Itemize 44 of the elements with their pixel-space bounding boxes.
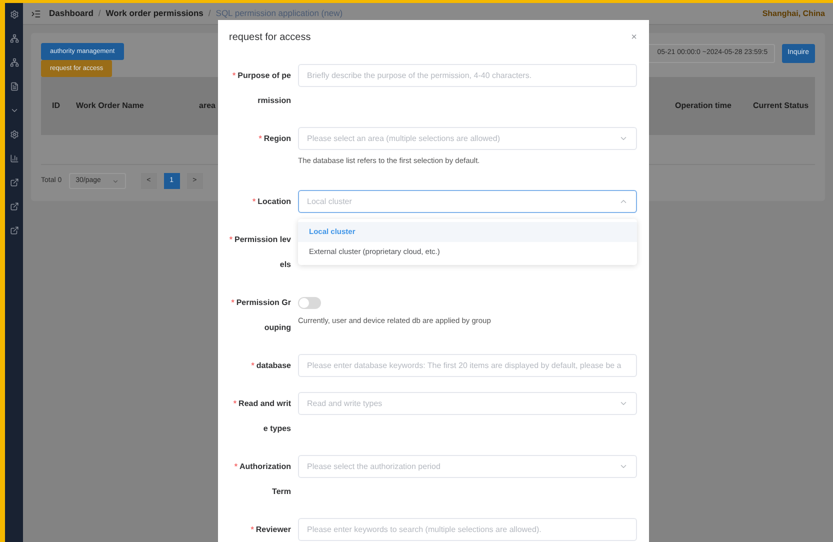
chevron-down-icon: [112, 178, 119, 184]
breadcrumb-link[interactable]: Dashboard: [49, 7, 94, 20]
external-link-icon[interactable]: [10, 178, 18, 187]
chevron-down-icon: [619, 134, 628, 143]
breadcrumb-separator: /: [208, 7, 211, 20]
field-label: * Read and writ: [233, 398, 291, 410]
column-header: Current Status: [753, 100, 810, 112]
document-icon[interactable]: [10, 82, 18, 91]
chevron-up-icon: [619, 197, 628, 206]
bar-chart-icon[interactable]: [10, 154, 18, 163]
field-label: * Purpose of pe: [232, 70, 291, 82]
hierarchy-icon[interactable]: [10, 58, 18, 67]
breadcrumb-link[interactable]: Work order permissions: [106, 7, 204, 20]
field-label: ouping: [264, 322, 291, 334]
settings-icon[interactable]: [10, 130, 18, 139]
field-label: * Permission lev: [229, 234, 291, 246]
toggle-switch[interactable]: [298, 296, 321, 308]
field-label: * Reviewer: [250, 524, 291, 536]
column-header: Work Order Name: [75, 100, 145, 112]
column-header: Operation time: [675, 100, 732, 112]
settings-icon[interactable]: [10, 10, 18, 19]
field-label: * Location: [252, 196, 291, 208]
external-link-icon[interactable]: [10, 226, 18, 235]
column-header: ID: [51, 100, 61, 112]
chevron-down-icon: [619, 399, 628, 408]
field-label: e types: [263, 423, 291, 435]
menu-icon[interactable]: [31, 8, 41, 18]
field-label: * Permission Gr: [231, 297, 291, 309]
field-label: * Region: [258, 133, 291, 145]
location-label: Shanghai, China: [762, 8, 825, 20]
field-label: rmission: [258, 95, 291, 107]
external-link-icon[interactable]: [10, 202, 18, 211]
breadcrumb-current: SQL permission application (new): [216, 7, 343, 20]
chevron-down-icon[interactable]: [10, 106, 18, 115]
breadcrumb-separator: /: [98, 7, 101, 20]
field-label: els: [280, 259, 291, 271]
hierarchy-icon[interactable]: [10, 34, 18, 43]
dialog-title: request for access: [229, 31, 311, 45]
chevron-down-icon: [619, 462, 628, 471]
field-label: * database: [251, 360, 291, 372]
field-label: * Authorization: [234, 461, 291, 473]
field-label: Term: [272, 486, 291, 498]
column-header: area: [198, 100, 216, 112]
close-button[interactable]: ×: [631, 30, 637, 45]
